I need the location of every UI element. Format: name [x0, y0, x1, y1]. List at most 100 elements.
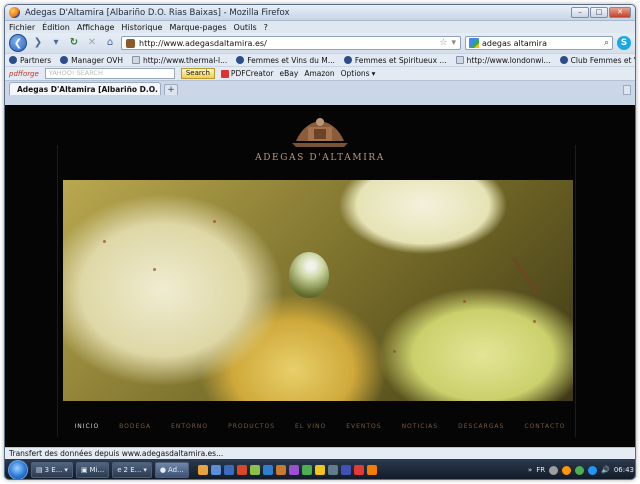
- menu-outils[interactable]: Outils: [234, 23, 257, 32]
- taskbar-firefox[interactable]: ● Ad...: [154, 462, 189, 478]
- pdfcreator-button[interactable]: PDFCreator: [220, 69, 274, 78]
- app-icon[interactable]: [249, 465, 260, 475]
- start-button[interactable]: [8, 460, 28, 479]
- logo-text: ADEGAS D'ALTAMIRA: [255, 153, 385, 163]
- forward-button[interactable]: ❯: [31, 36, 45, 50]
- history-dropdown-icon[interactable]: ▾: [49, 36, 63, 50]
- stop-button[interactable]: ✕: [85, 36, 99, 50]
- app-icon[interactable]: [301, 465, 312, 475]
- tab-strip: Adegas D'Altamira [Albariño D.O. Rías...…: [5, 80, 635, 95]
- taskbar-ie[interactable]: e 2 E... ▾: [112, 462, 152, 478]
- maximize-button[interactable]: □: [590, 7, 608, 18]
- app-icon[interactable]: [353, 465, 364, 475]
- page-icon: [131, 56, 140, 64]
- minimize-button[interactable]: –: [571, 7, 589, 18]
- menu-marque-pages[interactable]: Marque-pages: [169, 23, 226, 32]
- page-content: ADEGAS D'ALTAMIRA INICIO BODEGA ENTORNO …: [5, 105, 635, 447]
- nav-productos[interactable]: PRODUCTOS: [228, 423, 275, 430]
- site-logo[interactable]: ADEGAS D'ALTAMIRA: [5, 115, 635, 163]
- close-button[interactable]: ✕: [609, 7, 631, 18]
- app-icon[interactable]: [327, 465, 338, 475]
- menu-affichage[interactable]: Affichage: [77, 23, 115, 32]
- new-tab-button[interactable]: +: [164, 84, 178, 95]
- options-button[interactable]: Options ▾: [341, 69, 376, 78]
- clock[interactable]: 06:43: [614, 466, 634, 474]
- tab-adegas[interactable]: Adegas D'Altamira [Albariño D.O. Rías...…: [9, 82, 161, 95]
- nav-el-vino[interactable]: EL VINO: [295, 423, 326, 430]
- site-favicon-icon: [126, 38, 135, 48]
- hero-image: [63, 180, 573, 401]
- bookmark-icon: [60, 56, 69, 64]
- app-icon[interactable]: [275, 465, 286, 475]
- tray-icon[interactable]: [575, 465, 585, 475]
- app-icon[interactable]: [262, 465, 273, 475]
- window-title: Adegas D'Altamira [Albariño D.O. Rias Ba…: [25, 7, 290, 18]
- language-indicator[interactable]: FR: [536, 466, 545, 474]
- app-icon[interactable]: [223, 465, 234, 475]
- nav-noticias[interactable]: NOTICIAS: [402, 423, 439, 430]
- nav-eventos[interactable]: EVENTOS: [346, 423, 381, 430]
- system-tray: » FR 🔊 06:43: [528, 465, 634, 475]
- app-icon[interactable]: [288, 465, 299, 475]
- bookmark-item[interactable]: Club Femmes et Vins ...: [559, 56, 635, 65]
- bookmark-icon: [236, 56, 245, 64]
- yahoo-search-button[interactable]: Search: [180, 68, 215, 79]
- bookmark-item[interactable]: Femmes et Spiritueux ...: [343, 56, 447, 65]
- volume-icon[interactable]: 🔊: [601, 466, 610, 474]
- nav-descargas[interactable]: DESCARGAS: [458, 423, 504, 430]
- bookmark-star-icon[interactable]: ☆: [439, 38, 447, 48]
- home-button[interactable]: ⌂: [103, 36, 117, 50]
- expand-tray-icon[interactable]: »: [528, 466, 532, 474]
- app-icon[interactable]: [210, 465, 221, 475]
- bookmark-item[interactable]: Partners: [9, 56, 51, 65]
- app-icon[interactable]: [197, 465, 208, 475]
- windows-taskbar: ▤ 3 E... ▾ ▣ Mi... e 2 E... ▾ ● Ad... » …: [5, 459, 635, 479]
- address-bar[interactable]: http://www.adegasdaltamira.es/ ☆ ▾: [121, 36, 461, 50]
- menu-edition[interactable]: Édition: [42, 23, 70, 32]
- back-button[interactable]: ❮: [9, 34, 27, 52]
- bookmark-item[interactable]: Manager OVH: [60, 56, 123, 65]
- taskbar-explorer[interactable]: ▤ 3 E... ▾: [31, 462, 73, 478]
- page-icon: [455, 56, 464, 64]
- nav-bodega[interactable]: BODEGA: [119, 423, 151, 430]
- nav-inicio[interactable]: INICIO: [74, 423, 99, 430]
- tab-list-button[interactable]: [623, 85, 631, 95]
- app-icon[interactable]: [236, 465, 247, 475]
- reload-button[interactable]: ↻: [67, 36, 81, 50]
- bookmark-item[interactable]: Femmes et Vins du M...: [236, 56, 335, 65]
- firefox-logo-icon: [9, 7, 20, 18]
- menu-help[interactable]: ?: [264, 23, 268, 32]
- pdfforge-toolbar: pdfforge YAHOO! SEARCH Search PDFCreator…: [5, 66, 635, 80]
- bookmark-item[interactable]: http://www.londonwi...: [455, 56, 551, 65]
- app-icon[interactable]: [340, 465, 351, 475]
- amazon-button[interactable]: Amazon: [304, 69, 334, 78]
- navigation-toolbar: ❮ ❯ ▾ ↻ ✕ ⌂ http://www.adegasdaltamira.e…: [5, 33, 635, 53]
- crest-icon: [292, 118, 348, 147]
- bookmark-icon: [559, 56, 568, 64]
- google-engine-icon[interactable]: [469, 38, 479, 48]
- tray-icon[interactable]: [562, 465, 572, 475]
- nav-contacto[interactable]: CONTACTO: [524, 423, 565, 430]
- tray-icon[interactable]: [549, 465, 559, 475]
- url-dropdown-icon[interactable]: ▾: [451, 38, 456, 48]
- skype-icon[interactable]: S: [617, 36, 631, 50]
- bookmark-item[interactable]: http://www.thermal-l...: [131, 56, 227, 65]
- network-icon[interactable]: [588, 465, 598, 475]
- menu-fichier[interactable]: Fichier: [9, 23, 35, 32]
- search-bar[interactable]: adegas altamira ⌕: [465, 36, 613, 50]
- bookmarks-toolbar: Partners Manager OVH http://www.thermal-…: [5, 53, 635, 66]
- url-text[interactable]: http://www.adegasdaltamira.es/: [139, 39, 435, 48]
- search-icon[interactable]: ⌕: [604, 38, 609, 48]
- water-drop: [289, 252, 329, 298]
- nav-entorno[interactable]: ENTORNO: [171, 423, 208, 430]
- menu-historique[interactable]: Historique: [121, 23, 162, 32]
- ebay-button[interactable]: eBay: [280, 69, 299, 78]
- status-bar: Transfert des données depuis www.adegasd…: [5, 447, 635, 459]
- yahoo-search-input[interactable]: YAHOO! SEARCH: [44, 68, 175, 79]
- taskbar-mi[interactable]: ▣ Mi...: [75, 462, 110, 478]
- site-navigation: INICIO BODEGA ENTORNO PRODUCTOS EL VINO …: [5, 423, 635, 430]
- app-icon[interactable]: [314, 465, 325, 475]
- bookmark-icon: [343, 56, 352, 64]
- app-icon[interactable]: [366, 465, 377, 475]
- search-input[interactable]: adegas altamira: [482, 39, 601, 48]
